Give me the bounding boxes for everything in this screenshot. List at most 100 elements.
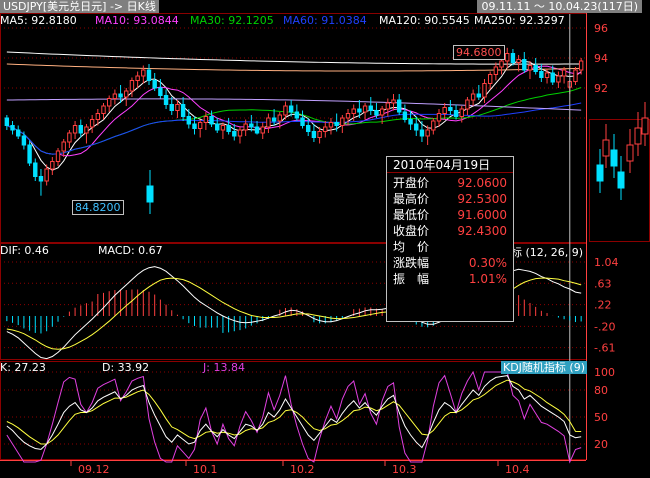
candle-body [163, 95, 169, 105]
candle-body [431, 120, 436, 131]
candle-body [169, 104, 174, 111]
macd-y-tick: .22 [594, 299, 612, 312]
ma-label: MA120: 90.5545 [379, 14, 470, 27]
info-label: 开盘价 [393, 176, 430, 190]
macd-y-tick: .63 [594, 277, 612, 290]
info-label: 振 幅 [393, 272, 430, 286]
x-tick-label: 10.4 [505, 463, 530, 476]
candle-body [442, 107, 447, 114]
candle-body [84, 126, 89, 134]
side-candle [146, 185, 154, 203]
candle-body [522, 59, 527, 71]
candle-body [556, 75, 561, 83]
kdj-indicator-label[interactable]: KDJ随机指标 (9) [501, 361, 588, 374]
side-candle [596, 164, 604, 182]
candle-body [396, 99, 402, 113]
candle-body [334, 122, 339, 126]
candle-body [357, 108, 362, 113]
x-axis-labels: 09.12 10.1 10.2 10.3 10.4 [70, 460, 530, 476]
kdj-value-label: J: 13.84 [203, 361, 245, 374]
candle-body [368, 105, 373, 111]
candle-body [232, 131, 237, 137]
candle-body [470, 93, 476, 101]
macd-y-tick: 1.04 [594, 256, 619, 269]
candle-body [89, 119, 95, 128]
candle-body [260, 126, 265, 134]
candle-body [533, 65, 538, 72]
candle-body [129, 80, 135, 92]
x-tick-label: 09.12 [78, 463, 110, 476]
candle-body [453, 110, 459, 117]
candle-body [311, 131, 317, 138]
candle-body [414, 123, 419, 131]
candle-body [180, 104, 186, 117]
ma10-line [6, 65, 582, 157]
info-row: 最高价 92.5300 [387, 191, 513, 207]
candle-body [362, 105, 368, 113]
candle-body [135, 75, 140, 81]
main-y-tick: 94 [594, 52, 608, 65]
info-row: 振 幅 1.01% [387, 271, 513, 287]
side-candle [617, 171, 625, 189]
low-price-label: 84.8200 [72, 200, 124, 215]
candle-body [266, 117, 271, 128]
candle-body [4, 117, 10, 126]
candle-body [78, 125, 83, 134]
candle-body [16, 129, 21, 137]
candle-body [118, 93, 123, 98]
candle-body [277, 114, 282, 122]
ma-label: MA250: 92.3297 [474, 14, 565, 27]
candle-body [44, 168, 49, 182]
info-row: 涨跌幅 0.30% [387, 255, 513, 271]
kdj-value-label: K: 27.23 [0, 361, 46, 374]
candle-body [288, 105, 294, 113]
candle-body [578, 60, 584, 71]
candle-body [328, 122, 334, 128]
main-y-tick: 96 [594, 22, 608, 35]
y-axis-labels: 96 94 92 1.04 .63 .22 -.20 -.61 100 80 50 20 [594, 22, 619, 451]
candle-body [493, 66, 499, 75]
kdj-panel [0, 370, 586, 464]
candle-body [482, 83, 487, 98]
candle-body [550, 72, 555, 83]
candle-body [209, 116, 214, 125]
candle-body [237, 129, 243, 137]
candle-body [317, 131, 322, 138]
candle-body [402, 111, 408, 120]
candle-body [385, 102, 391, 110]
candle-body [544, 72, 550, 78]
ma60-line [6, 102, 582, 155]
candle-body [55, 150, 61, 162]
candle-body [300, 117, 305, 126]
candle-info-box: 2010年04月19日 开盘价 92.0600 最高价 92.5300 最低价 91.60… [386, 156, 514, 322]
candle-body [101, 105, 106, 114]
macd-value-label: DIF: 0.46 [0, 244, 49, 257]
kline-chart[interactable]: 96 94 92 1.04 .63 .22 -.20 -.61 100 80 50 20 09.12 1… [0, 0, 650, 478]
candle-body [27, 144, 32, 164]
candle-body [243, 123, 248, 131]
ma-label: MA60: 91.0384 [283, 14, 367, 27]
info-value: 91.6000 [457, 208, 507, 222]
candle-body [345, 113, 351, 119]
kdj-y-tick: 80 [594, 384, 608, 397]
side-candle [641, 117, 649, 135]
candle-body [374, 110, 379, 116]
candle-body [197, 122, 203, 129]
info-row: 收盘价 92.4300 [387, 223, 513, 239]
candle-body [226, 125, 231, 132]
candle-body [95, 113, 101, 120]
candle-body [516, 59, 521, 63]
candle-body [10, 125, 15, 131]
candle-body [419, 129, 425, 137]
candle-body [175, 104, 180, 111]
candle-body [510, 53, 516, 63]
candle-body [476, 93, 482, 98]
candle-body [294, 111, 300, 119]
candle-body [306, 125, 311, 132]
macd-y-tick: -.20 [594, 320, 615, 333]
candle-body [38, 176, 44, 182]
candle-body [499, 60, 504, 68]
candle-body [459, 108, 464, 117]
candle-body [203, 116, 209, 123]
candle-body [505, 53, 510, 62]
